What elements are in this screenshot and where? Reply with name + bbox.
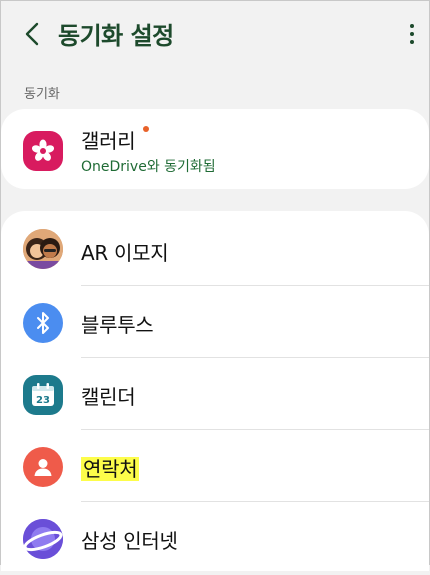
contacts-label: 연락처 <box>81 453 140 482</box>
list-item-bluetooth[interactable]: 블루투스 <box>1 287 429 359</box>
apps-card: AR 이모지 블루투스 23 캘린더 연락처 삼성 인터넷 <box>1 211 429 571</box>
calendar-label: 캘린더 <box>81 385 136 409</box>
gallery-sync-status: OneDrive와 동기화됨 <box>81 159 216 175</box>
list-item-contacts[interactable]: 연락처 <box>1 431 429 503</box>
divider <box>81 429 429 430</box>
back-button[interactable] <box>19 19 45 49</box>
samsung-internet-icon <box>23 519 63 559</box>
calendar-day-text: 23 <box>36 395 50 406</box>
divider <box>81 285 429 286</box>
app-bar: 동기화 설정 <box>1 1 429 67</box>
new-badge-dot <box>143 126 149 132</box>
calendar-icon: 23 <box>23 375 63 415</box>
list-item-gallery[interactable]: 갤러리 OneDrive와 동기화됨 <box>1 113 429 185</box>
ar-emoji-avatar-icon <box>23 229 63 269</box>
gallery-card: 갤러리 OneDrive와 동기화됨 <box>1 109 429 189</box>
more-dot-icon <box>410 40 414 44</box>
list-item-calendar[interactable]: 23 캘린더 <box>1 359 429 431</box>
contacts-icon <box>23 447 63 487</box>
gallery-flower-icon <box>23 131 63 171</box>
ar-emoji-label: AR 이모지 <box>81 241 169 265</box>
divider <box>81 501 429 502</box>
bluetooth-label: 블루투스 <box>81 313 154 337</box>
samsung-internet-label: 삼성 인터넷 <box>81 529 178 553</box>
divider <box>81 357 429 358</box>
more-dot-icon <box>410 24 414 28</box>
page-title: 동기화 설정 <box>58 22 174 50</box>
gallery-label: 갤러리 <box>81 129 136 153</box>
chevron-left-icon <box>25 22 39 46</box>
list-item-ar-emoji[interactable]: AR 이모지 <box>1 213 429 285</box>
more-options-button[interactable] <box>405 21 419 47</box>
more-dot-icon <box>410 32 414 36</box>
section-label: 동기화 <box>24 87 60 102</box>
bluetooth-icon <box>23 303 63 343</box>
contacts-label-text: 연락처 <box>81 457 140 481</box>
list-item-samsung-internet[interactable]: 삼성 인터넷 <box>1 503 429 575</box>
